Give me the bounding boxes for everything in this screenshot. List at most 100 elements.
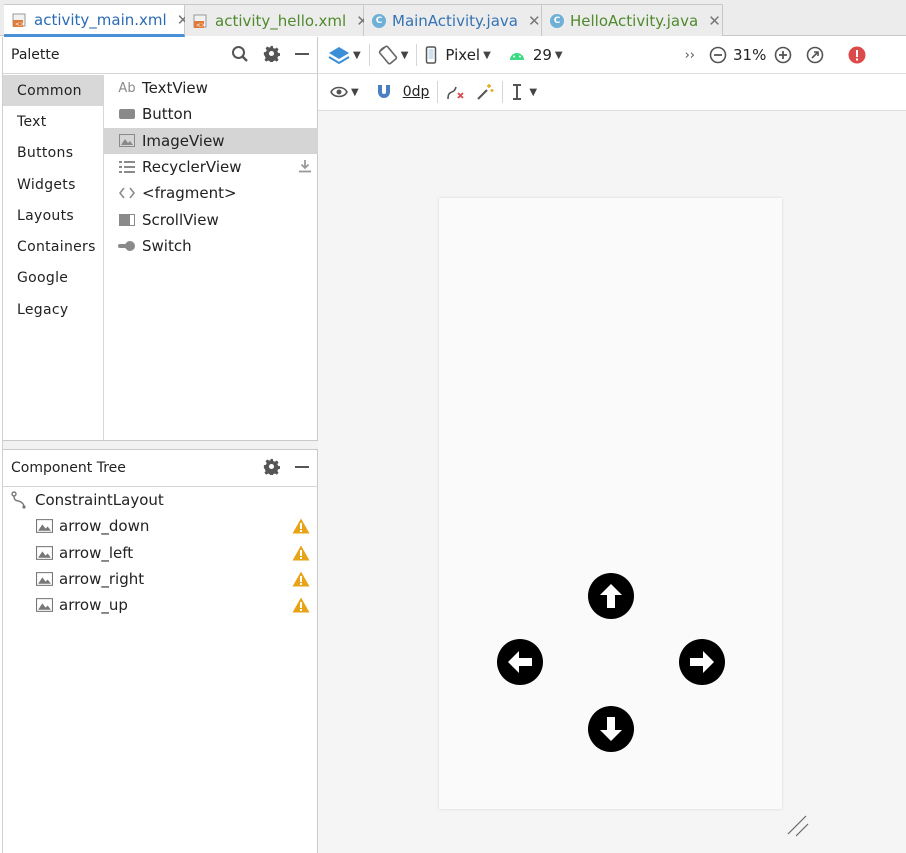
category-item[interactable]: Containers [3,231,103,262]
warning-icon[interactable] [292,571,310,591]
arrow-right-image[interactable] [679,639,725,685]
tree-node-label: arrow_left [59,543,134,562]
toolbar-separator [416,44,418,66]
widget-label: RecyclerView [142,158,242,177]
toolbar-separator [437,81,439,103]
widget-label: Button [142,105,193,124]
infer-constraints-wand-icon[interactable] [476,74,494,111]
clear-constraints-icon[interactable] [446,74,466,111]
tree-node[interactable]: arrow_down [3,513,318,539]
guidelines-icon[interactable]: ▼ [511,74,537,111]
tree-node-label: ConstraintLayout [35,491,164,510]
toolbar-separator [368,44,370,66]
palette-header: Palette [3,37,318,74]
tab-activity-hello[interactable]: <> activity_hello.xml ✕ [185,4,369,36]
scrollview-icon [118,213,136,227]
api-label: 29 [532,46,552,64]
tree-node[interactable]: arrow_right [3,566,318,592]
error-icon[interactable] [848,37,866,74]
zoom-out-icon[interactable] [709,37,727,74]
orientation-icon[interactable]: ▼ [378,37,408,74]
toolbar-separator [502,81,504,103]
overflow-chevron[interactable]: ›› [685,37,695,74]
arrow-down-image[interactable] [588,706,634,752]
device-screen-preview[interactable] [439,198,782,809]
recyclerview-icon [118,160,136,174]
imageview-icon [118,134,136,148]
warning-icon[interactable] [292,545,310,565]
device-label: Pixel [445,46,481,64]
category-item[interactable]: Text [3,106,103,137]
imageview-icon [35,519,53,534]
zoom-level: 31% [733,46,767,64]
left-panel: Palette Common Text Buttons Widgets Layo… [2,37,318,853]
textview-icon: Ab [118,80,136,96]
search-icon[interactable] [231,45,249,67]
tree-node-label: arrow_up [59,596,128,615]
gear-icon[interactable] [263,458,281,479]
tree-node-root[interactable]: ConstraintLayout [3,487,318,513]
svg-text:<>: <> [196,22,206,29]
widget-item[interactable]: ScrollView [104,206,318,232]
autoconnect-magnet-icon[interactable] [375,74,393,111]
widget-label: <fragment> [142,184,237,203]
default-margin-field[interactable]: 0dp [403,74,430,111]
arrow-left-icon [508,651,532,673]
close-icon[interactable]: ✕ [528,12,541,30]
zoom-to-fit-icon[interactable] [806,37,824,74]
gear-icon[interactable] [263,45,281,66]
tab-main-activity[interactable]: C MainActivity.java ✕ [364,4,542,36]
tab-hello-activity[interactable]: C HelloActivity.java ✕ [542,4,723,36]
category-item[interactable]: Common [3,75,103,107]
zoom-in-icon[interactable] [774,37,792,74]
tree-node[interactable]: arrow_left [3,540,318,566]
widget-item[interactable]: <fragment> [104,180,318,206]
api-selector[interactable]: 29 ▼ [509,37,563,74]
component-tree-header: Component Tree [3,450,318,487]
imageview-icon [35,598,53,613]
xml-layout-icon: <> [12,12,28,28]
category-item[interactable]: Widgets [3,169,103,200]
widget-item[interactable]: Switch [104,233,318,259]
minimize-icon[interactable] [294,46,310,66]
panel-splitter[interactable] [3,440,318,450]
device-selector[interactable]: Pixel ▼ [425,37,491,74]
arrow-up-icon [600,584,622,608]
tab-label: activity_hello.xml [215,11,347,30]
java-class-icon: C [550,13,564,29]
layers-icon[interactable]: ▼ [328,37,361,74]
widget-label: ScrollView [142,210,219,229]
arrow-up-image[interactable] [588,573,634,619]
widget-item[interactable]: RecyclerView [104,154,318,180]
tree-node[interactable]: arrow_up [3,592,318,618]
tree-node-label: arrow_down [59,517,150,536]
close-icon[interactable]: ✕ [708,12,721,30]
widget-label: Switch [142,236,192,255]
warning-icon[interactable] [292,518,310,538]
widget-item[interactable]: ImageView [104,127,318,154]
download-icon[interactable] [298,159,312,177]
warning-icon[interactable] [292,597,310,617]
arrow-left-image[interactable] [497,639,543,685]
category-item[interactable]: Layouts [3,200,103,231]
editor-tab-bar: <> activity_main.xml ✕ <> activity_hello… [0,0,906,37]
palette-title: Palette [11,47,60,63]
category-item[interactable]: Legacy [3,294,103,325]
imageview-icon [35,572,53,586]
category-item[interactable]: Buttons [3,138,103,169]
design-toolbar: ▼ ▼ Pixel ▼ 29 ▼ ›› 31% [318,37,906,74]
constraint-layout-icon [11,491,29,509]
palette-category-list: Common Text Buttons Widgets Layouts Cont… [3,75,104,440]
design-surface: ▼ ▼ Pixel ▼ 29 ▼ ›› 31% ▼ 0dp ▼ [318,37,906,853]
svg-text:<>: <> [15,21,25,28]
constraint-toolbar: ▼ 0dp ▼ [318,74,906,111]
view-options-icon[interactable]: ▼ [330,74,359,111]
minimize-icon[interactable] [294,459,310,479]
tab-label: HelloActivity.java [570,11,699,30]
resize-handle-icon[interactable] [786,814,810,842]
widget-item[interactable]: Button [104,101,318,127]
widget-item[interactable]: Ab TextView [104,75,318,101]
tab-label: MainActivity.java [392,11,518,30]
tab-activity-main[interactable]: <> activity_main.xml ✕ [4,4,189,37]
category-item[interactable]: Google [3,263,103,294]
